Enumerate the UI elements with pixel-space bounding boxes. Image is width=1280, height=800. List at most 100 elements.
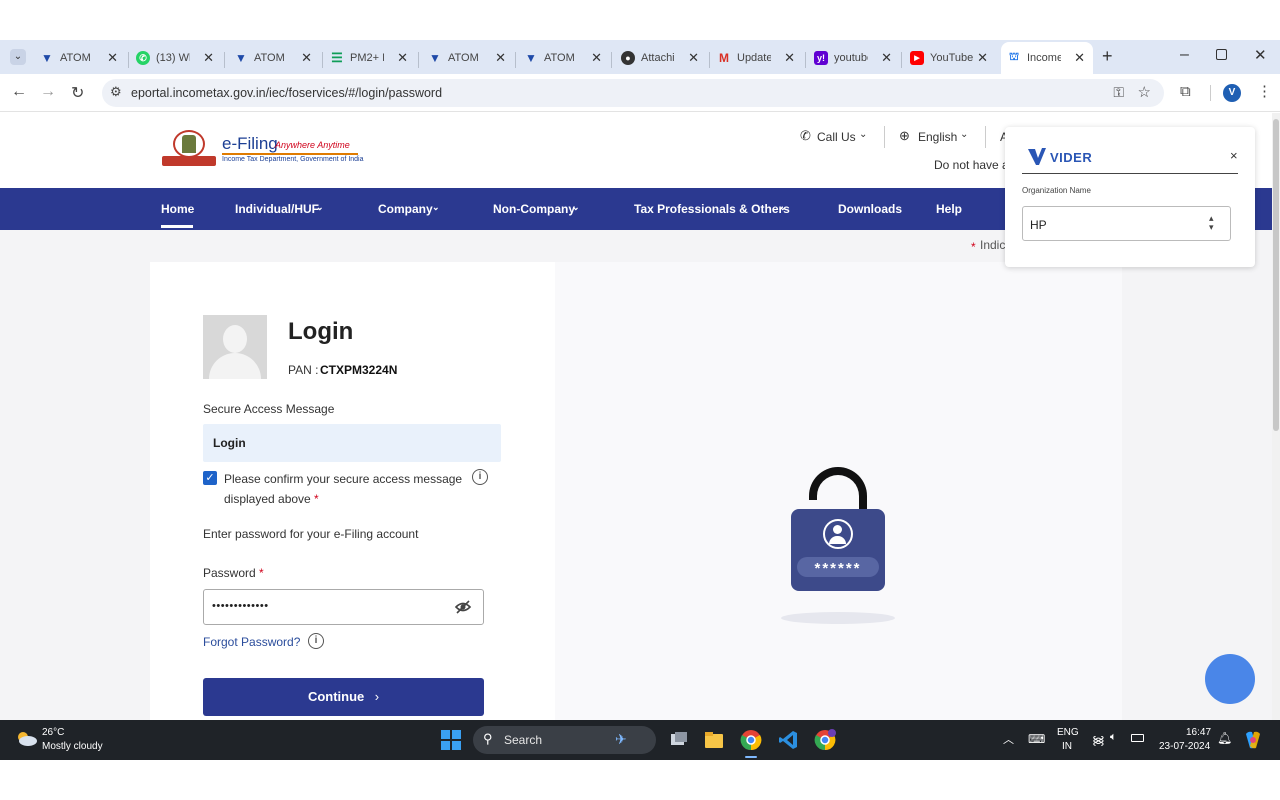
info-icon[interactable]: i (308, 633, 324, 649)
continue-button[interactable]: Continue › (203, 678, 484, 716)
minimize-button[interactable]: – (1180, 46, 1189, 64)
nav-tax-professionals[interactable]: Tax Professionals & Others (634, 202, 790, 216)
password-value[interactable]: ••••••••••••• (212, 600, 269, 612)
keyboard-icon[interactable]: ⌨ (1028, 732, 1045, 746)
browser-tab[interactable]: ☰ PM2+ M ✕ (324, 44, 416, 72)
tab-search-icon[interactable]: ⌄ (10, 49, 26, 65)
password-key-icon[interactable]: ⚿ (1113, 84, 1124, 101)
clock-date[interactable]: 23-07-2024 (1159, 741, 1210, 752)
browser-tab-active[interactable]: ⛫ Income ✕ (1001, 42, 1093, 74)
clock-time[interactable]: 16:47 (1186, 727, 1211, 738)
url-text[interactable]: eportal.incometax.gov.in/iec/foservices/… (131, 86, 442, 100)
hide-password-icon[interactable] (454, 598, 472, 616)
extensions-icon[interactable]: ⧉ (1180, 83, 1191, 100)
yahoo-icon: y! (814, 51, 828, 65)
forward-button[interactable]: → (40, 83, 56, 101)
weather-description[interactable]: Mostly cloudy (42, 741, 103, 752)
confirm-checkbox[interactable]: ✓ (203, 471, 217, 485)
tab-label: youtube (834, 52, 868, 64)
back-button[interactable]: ← (11, 83, 27, 101)
tab-divider (515, 52, 516, 68)
nav-company[interactable]: Company (378, 202, 433, 216)
forgot-password-link[interactable]: Forgot Password? (203, 635, 300, 649)
close-icon[interactable]: ✕ (495, 50, 506, 66)
task-view-icon[interactable] (668, 729, 690, 751)
weather-temperature[interactable]: 26°C (42, 727, 64, 738)
new-tab-button[interactable]: + (1102, 46, 1113, 67)
browser-tab[interactable]: y! youtube ✕ (808, 44, 900, 72)
pan-label: PAN : (288, 363, 319, 377)
avatar-head-icon (223, 325, 247, 353)
login-heading: Login (288, 318, 354, 345)
show-hidden-icons[interactable]: ︿ (1003, 731, 1014, 747)
reload-button[interactable]: ↻ (71, 83, 84, 103)
chevron-down-icon: ⌄ (779, 202, 787, 212)
wifi-icon[interactable]: ᯼ (1092, 731, 1105, 748)
language-secondary[interactable]: IN (1062, 741, 1072, 752)
call-us-link[interactable]: Call Us (817, 130, 856, 144)
profile-avatar[interactable]: V (1223, 84, 1241, 102)
gmail-icon: M (719, 51, 729, 65)
close-icon[interactable]: ✕ (591, 50, 602, 66)
vider-brand: VIDER (1050, 150, 1093, 165)
browser-tab[interactable]: ● Attachin ✕ (615, 44, 707, 72)
restore-button[interactable] (1216, 49, 1227, 60)
password-input[interactable]: ••••••••••••• (203, 589, 484, 625)
nav-individual-huf[interactable]: Individual/HUF (235, 202, 319, 216)
efiling-logo-title[interactable]: e-Filing (222, 134, 278, 154)
tab-label: ATOM (544, 52, 575, 64)
windows-taskbar: 26°C Mostly cloudy ⚲ Search ✈ ︿ ⌨ ENG IN… (0, 720, 1280, 760)
vscode-icon[interactable] (777, 729, 799, 751)
copilot-icon[interactable] (1243, 730, 1263, 750)
browser-tab[interactable]: ▼ ATOM ✕ (518, 44, 610, 72)
vider-logo-icon (1027, 146, 1047, 166)
language-selector[interactable]: English (918, 130, 957, 144)
close-icon[interactable]: ✕ (301, 50, 312, 66)
browser-tab[interactable]: ✆ (13) Wh ✕ (130, 44, 222, 72)
close-icon[interactable]: ✕ (397, 50, 408, 66)
browser-tab[interactable]: ▶ YouTube ✕ (904, 44, 996, 72)
vider-close-button[interactable]: × (1230, 148, 1238, 163)
nav-non-company[interactable]: Non-Company (493, 202, 575, 216)
atom-icon: ▼ (429, 51, 441, 65)
close-icon[interactable]: ✕ (107, 50, 118, 66)
site-info-icon[interactable]: ⚙ (110, 84, 122, 100)
close-icon[interactable]: ✕ (203, 50, 214, 66)
emblem-logo[interactable] (162, 130, 216, 170)
file-explorer-icon[interactable] (703, 729, 725, 751)
cloud-icon[interactable] (14, 730, 38, 746)
browser-tab[interactable]: M Updatec ✕ (711, 44, 803, 72)
close-window-button[interactable]: ✕ (1254, 46, 1267, 64)
notification-bell-icon[interactable]: 🔔︎ (1217, 731, 1232, 745)
windows-start-icon[interactable] (441, 730, 461, 750)
required-star: * (314, 492, 319, 506)
volume-icon[interactable]: 🔈︎ (1110, 731, 1117, 744)
bookmark-star-icon[interactable]: ☆ (1138, 83, 1151, 101)
language-primary[interactable]: ENG (1057, 727, 1079, 738)
close-icon[interactable]: ✕ (784, 50, 795, 66)
chevron-down-icon: ⌄ (859, 129, 868, 140)
chrome-icon[interactable] (740, 729, 762, 751)
battery-icon[interactable] (1131, 734, 1144, 742)
close-icon[interactable]: ✕ (881, 50, 892, 66)
close-icon[interactable]: ✕ (1074, 50, 1085, 66)
org-name-value: HP (1030, 218, 1047, 232)
chrome-menu-icon[interactable]: ⋮ (1257, 82, 1272, 100)
chat-fab-button[interactable] (1205, 654, 1255, 704)
nav-help[interactable]: Help (936, 202, 962, 216)
nav-home[interactable]: Home (161, 202, 194, 216)
browser-tab[interactable]: ▼ ATOM ✕ (34, 44, 126, 72)
close-icon[interactable]: ✕ (688, 50, 699, 66)
browser-tab[interactable]: ▼ ATOM ✕ (228, 44, 320, 72)
bottom-margin (0, 760, 1280, 800)
scrollbar-thumb[interactable] (1273, 119, 1279, 431)
nav-downloads[interactable]: Downloads (838, 202, 902, 216)
taskbar-search[interactable]: ⚲ Search ✈ (473, 726, 656, 754)
address-bar[interactable]: ⚙ eportal.incometax.gov.in/iec/foservice… (102, 79, 1164, 107)
close-icon[interactable]: ✕ (977, 50, 988, 66)
browser-tab[interactable]: ▼ ATOM ✕ (422, 44, 514, 72)
org-name-select[interactable]: HP ▴ ▾ (1022, 206, 1231, 241)
chrome-profile-icon[interactable] (814, 729, 836, 751)
info-icon[interactable]: i (472, 469, 488, 485)
page-scrollbar[interactable] (1272, 113, 1280, 720)
